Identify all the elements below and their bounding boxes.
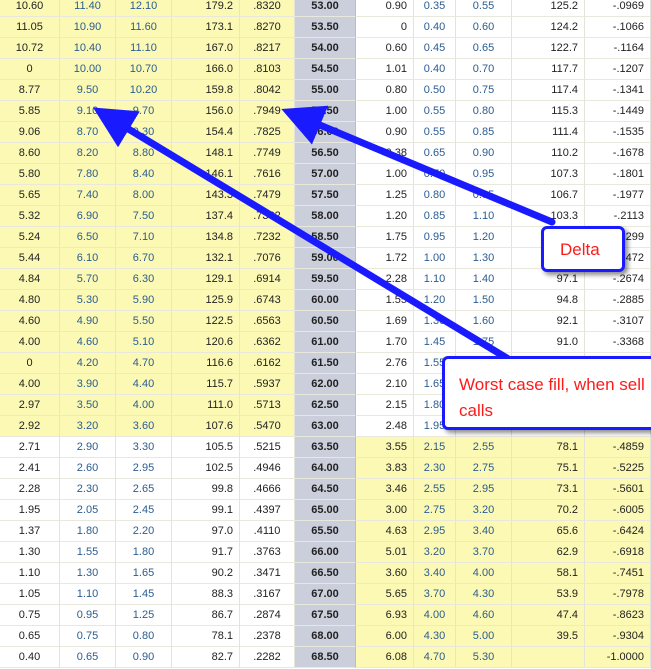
annotation-arrows bbox=[93, 105, 556, 364]
delta-callout: Delta bbox=[541, 226, 625, 272]
worst-case-fill-text-line1: Worst case fill, when sell bbox=[459, 375, 645, 394]
worst-case-fill-text-line2: calls bbox=[459, 401, 494, 420]
worst-case-fill-arrow bbox=[93, 107, 514, 364]
delta-arrow bbox=[281, 105, 556, 226]
delta-callout-text: Delta bbox=[560, 240, 600, 259]
worst-case-fill-callout: Worst case fill, when sell calls bbox=[442, 356, 651, 430]
